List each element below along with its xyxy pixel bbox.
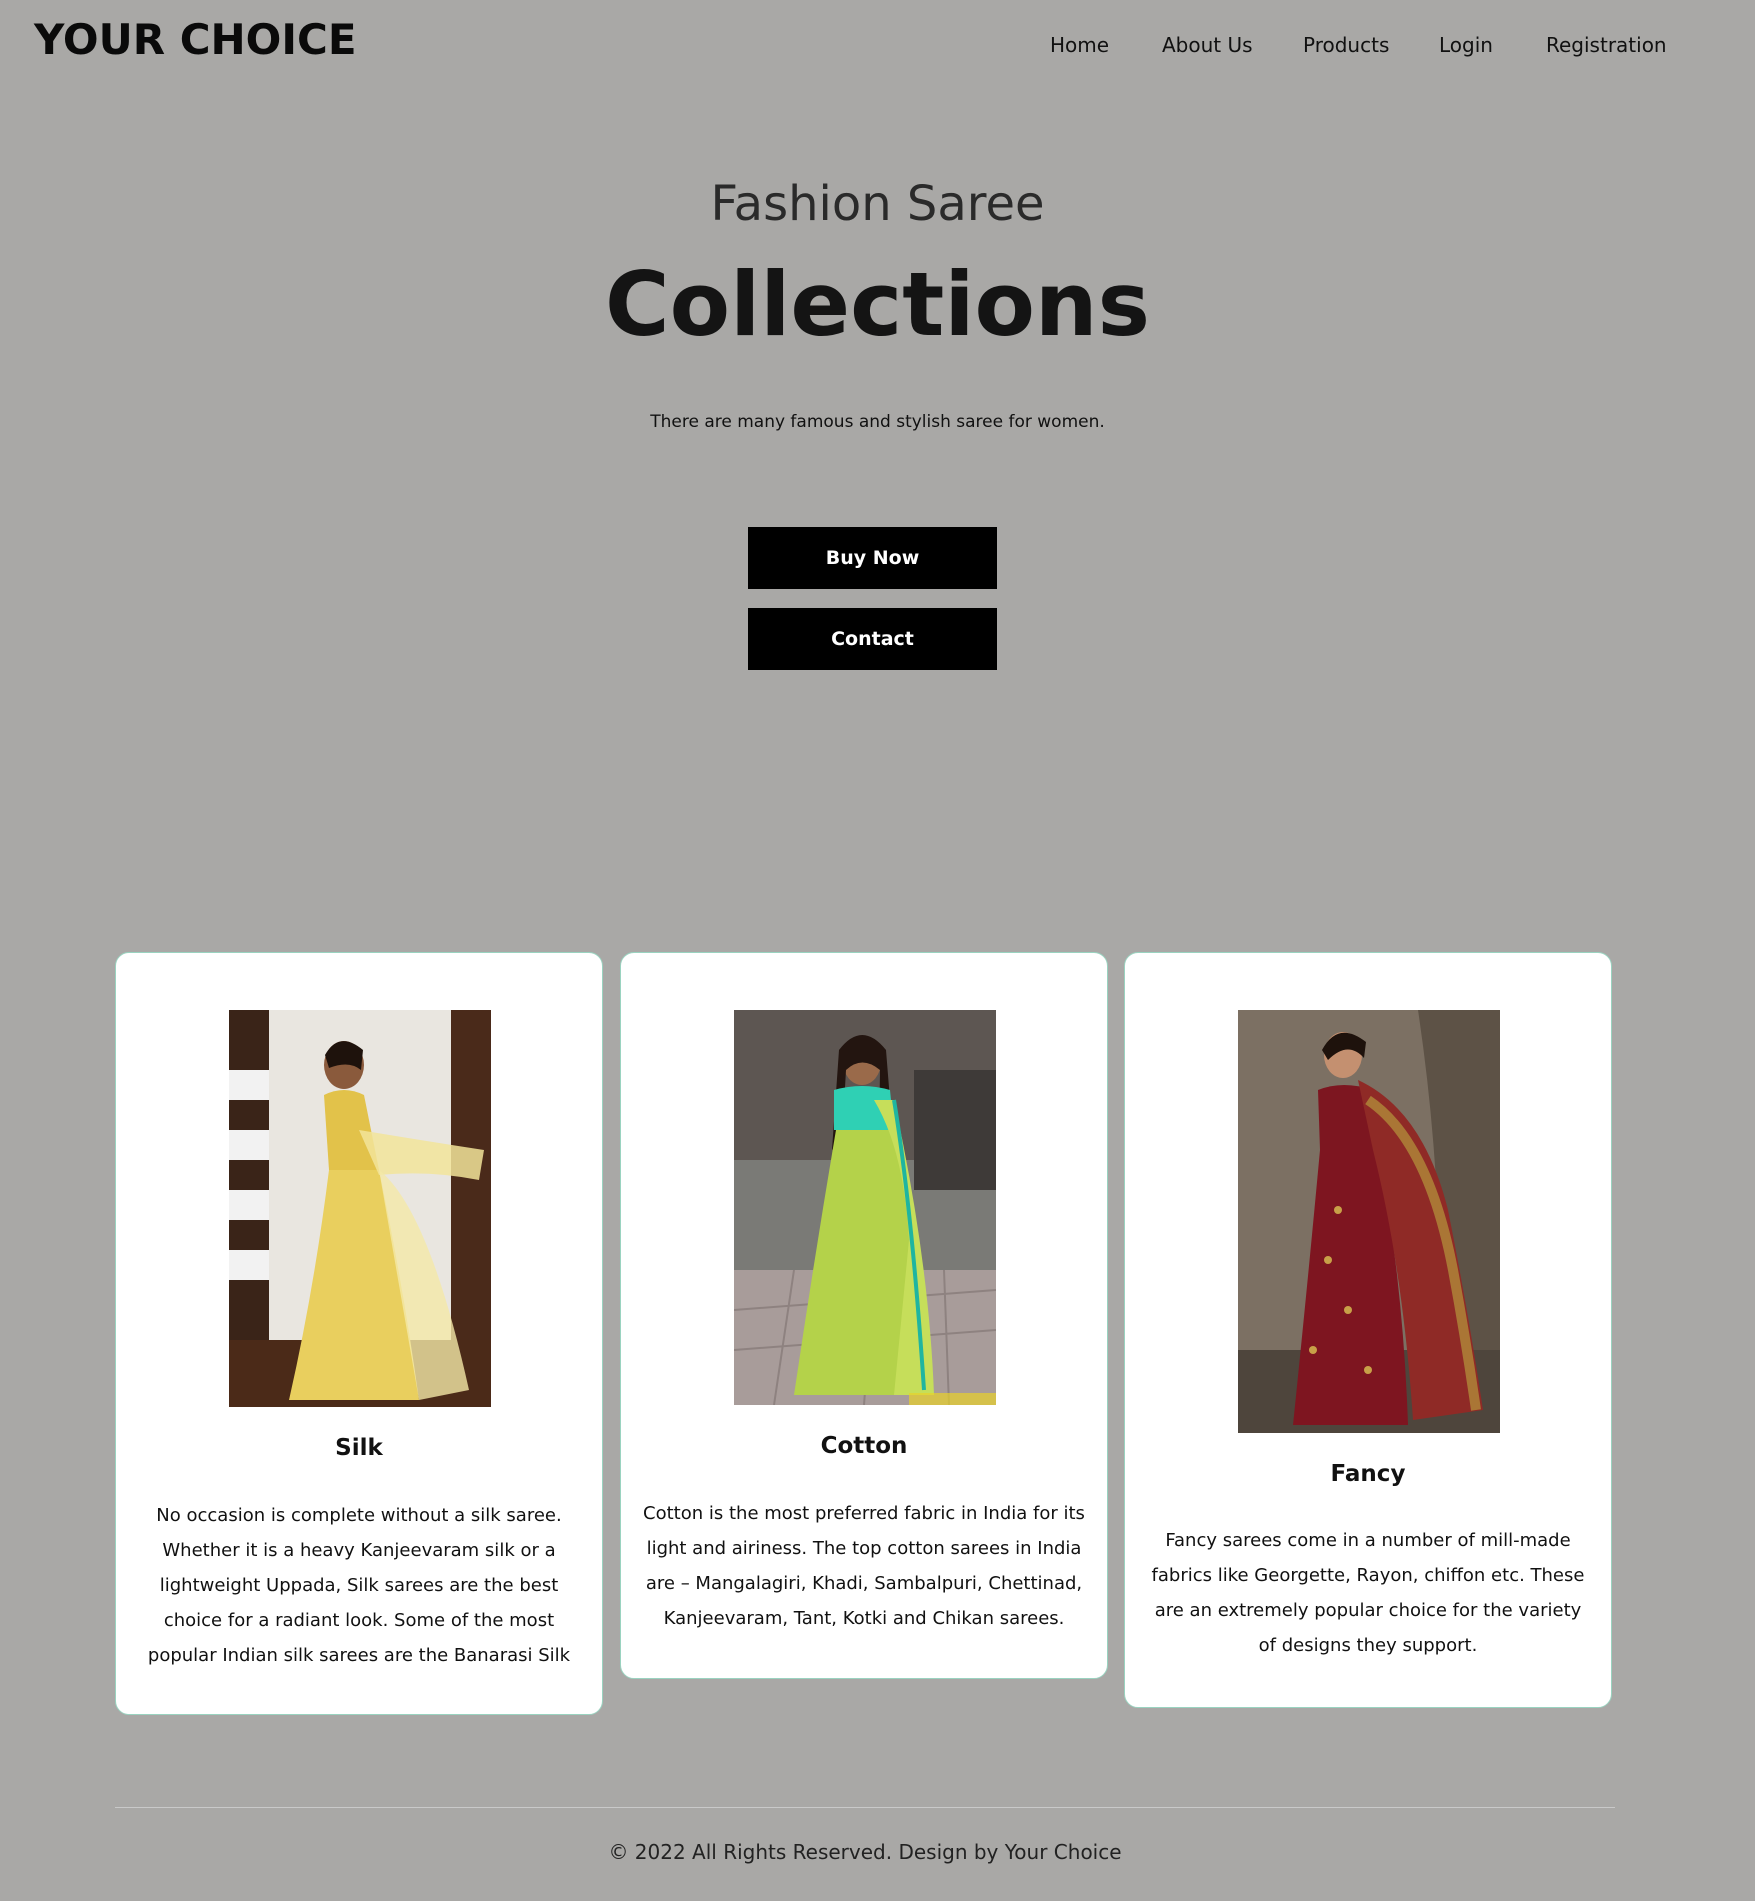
cotton-card-text: Cotton is the most preferred fabric in I… (643, 1503, 1085, 1629)
buy-now-button[interactable]: Buy Now (748, 527, 997, 589)
fancy-saree-image (1238, 1010, 1500, 1433)
nav-login-link[interactable]: Login (1439, 30, 1493, 60)
footer-copyright: © 2022 All Rights Reserved. Design by Yo… (608, 1840, 1122, 1864)
nav-products-link[interactable]: Products (1303, 30, 1389, 60)
hero-title: Collections (605, 253, 1150, 356)
cotton-card-title: Cotton (820, 1433, 908, 1459)
product-card-cotton: Cotton Cotton is the most preferred fabr… (620, 952, 1108, 1679)
nav-home-link[interactable]: Home (1050, 30, 1109, 60)
main-nav: Home About Us Products Login Registratio… (1030, 30, 1755, 60)
silk-card-title: Silk (335, 1435, 383, 1461)
fancy-card-text: Fancy sarees come in a number of mill-ma… (1151, 1530, 1585, 1656)
silk-saree-image (229, 1010, 491, 1407)
nav-about-link[interactable]: About Us (1162, 30, 1253, 60)
product-card-fancy: Fancy Fancy sarees come in a number of m… (1124, 952, 1612, 1708)
site-logo[interactable]: YOUR CHOICE (34, 12, 357, 68)
hero-subtitle: Fashion Saree (710, 176, 1045, 232)
nav-registration-link[interactable]: Registration (1546, 30, 1667, 60)
cotton-saree-image (734, 1010, 996, 1405)
footer-divider (115, 1807, 1615, 1808)
product-card-silk: Silk No occasion is complete without a s… (115, 952, 603, 1715)
fancy-card-title: Fancy (1330, 1461, 1406, 1487)
contact-button[interactable]: Contact (748, 608, 997, 670)
hero-description: There are many famous and stylish saree … (650, 412, 1105, 432)
silk-card-text: No occasion is complete without a silk s… (147, 1505, 571, 1666)
